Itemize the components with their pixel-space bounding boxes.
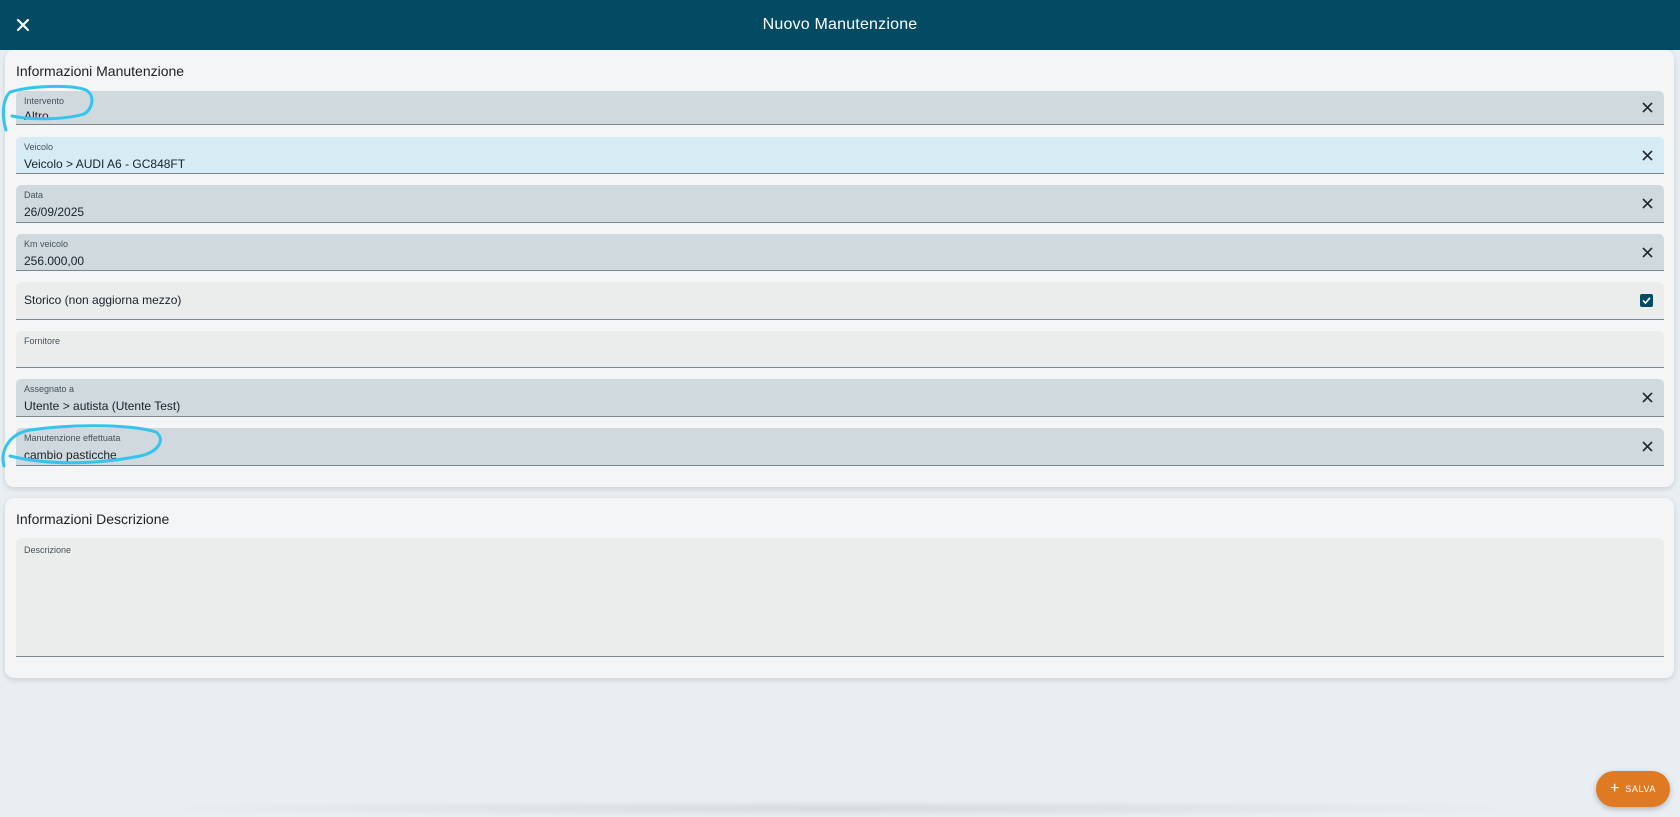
assegnato-field[interactable]: Assegnato a Utente > autista (Utente Tes…	[16, 379, 1664, 417]
check-icon	[1642, 296, 1651, 304]
assegnato-label: Assegnato a	[24, 384, 75, 394]
data-value: 26/09/2025	[24, 205, 85, 219]
assegnato-clear-button[interactable]	[1638, 389, 1656, 407]
km-veicolo-clear-button[interactable]	[1638, 243, 1656, 261]
storico-label: Storico (non aggiorna mezzo)	[24, 292, 182, 307]
manutenzione-effettuata-value: cambio pasticche	[24, 448, 117, 462]
close-icon	[1641, 198, 1653, 209]
close-icon	[1641, 246, 1653, 258]
data-field[interactable]: Data 26/09/2025	[16, 185, 1664, 223]
data-label: Data	[24, 190, 44, 200]
save-button-label: SALVA	[1625, 784, 1657, 794]
manutenzione-effettuata-clear-button[interactable]	[1638, 438, 1656, 456]
intervento-field[interactable]: Intervento Altro	[16, 91, 1664, 125]
manutenzione-effettuata-field[interactable]: Manutenzione effettuata cambio pasticche	[16, 428, 1664, 466]
fornitore-label: Fornitore	[24, 336, 61, 346]
close-icon	[1641, 392, 1653, 403]
descrizione-field[interactable]: Descrizione	[16, 538, 1664, 657]
save-button[interactable]: + SALVA	[1596, 771, 1670, 807]
veicolo-label: Veicolo	[24, 142, 54, 152]
close-icon	[1641, 149, 1653, 161]
plus-icon: +	[1609, 780, 1620, 797]
top-app-bar: Nuovo Manutenzione	[0, 0, 1680, 50]
close-icon	[1641, 441, 1653, 452]
section-title-info: Informazioni Manutenzione	[16, 63, 185, 79]
maintenance-info-card: Informazioni Manutenzione Intervento Alt…	[5, 50, 1674, 487]
km-veicolo-value: 256.000,00	[24, 254, 85, 268]
close-icon	[1641, 102, 1653, 113]
data-clear-button[interactable]	[1638, 195, 1656, 213]
assegnato-value: Utente > autista (Utente Test)	[24, 399, 181, 413]
close-button[interactable]	[10, 12, 36, 38]
veicolo-clear-button[interactable]	[1638, 146, 1656, 164]
veicolo-value: Veicolo > AUDI A6 - GC848FT	[24, 157, 186, 171]
descrizione-label: Descrizione	[24, 545, 72, 555]
manutenzione-effettuata-label: Manutenzione effettuata	[24, 433, 121, 443]
page-title: Nuovo Manutenzione	[762, 16, 918, 33]
storico-field[interactable]: Storico (non aggiorna mezzo)	[16, 282, 1664, 320]
close-icon	[16, 18, 30, 32]
veicolo-field[interactable]: Veicolo Veicolo > AUDI A6 - GC848FT	[16, 137, 1664, 174]
fornitore-field[interactable]: Fornitore	[16, 331, 1664, 368]
intervento-value: Altro	[24, 109, 49, 123]
bottom-shadow	[120, 800, 1560, 817]
storico-checkbox[interactable]	[1640, 293, 1653, 307]
km-veicolo-label: Km veicolo	[24, 239, 69, 249]
intervento-clear-button[interactable]	[1638, 99, 1656, 117]
intervento-label: Intervento	[24, 96, 65, 106]
section-title-description: Informazioni Descrizione	[16, 511, 170, 527]
km-veicolo-field[interactable]: Km veicolo 256.000,00	[16, 234, 1664, 271]
description-card: Informazioni Descrizione Descrizione	[5, 498, 1674, 678]
